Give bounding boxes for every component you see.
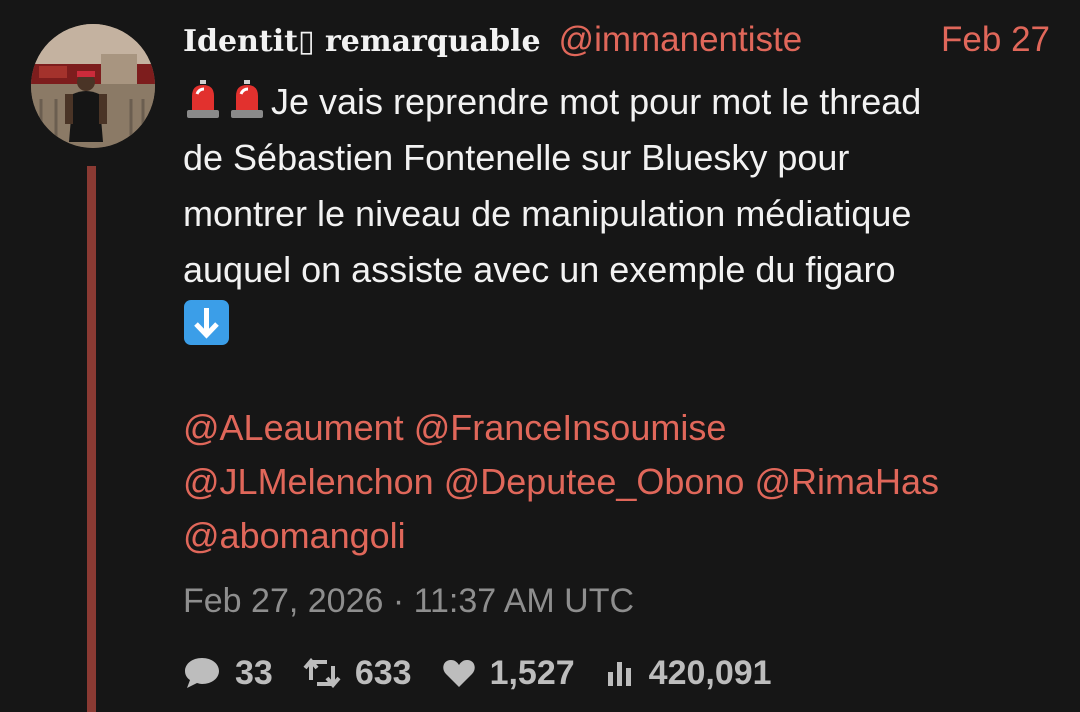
tweet-text-line: montrer le niveau de manipulation médiat… xyxy=(183,193,912,234)
display-name[interactable]: Identit▯ remarquable xyxy=(183,24,541,59)
siren-emoji xyxy=(183,80,223,120)
tweet-header: Identit▯ remarquable @immanentiste Feb 2… xyxy=(183,20,1050,64)
siren-emoji xyxy=(227,80,267,120)
tweet-text-line xyxy=(183,298,1063,354)
mention-link[interactable]: @FranceInsoumise xyxy=(414,407,727,448)
mention-link[interactable]: @RimaHas xyxy=(754,461,939,502)
retweet-stat[interactable]: 633 xyxy=(303,654,412,693)
comment-icon xyxy=(185,658,219,688)
mention-link[interactable]: @JLMelenchon xyxy=(183,461,434,502)
views-count: 420,091 xyxy=(648,653,772,692)
mentions-line: @ALeaument @FranceInsoumise xyxy=(183,401,1063,455)
like-stat[interactable]: 1,527 xyxy=(442,654,575,693)
avatar[interactable] xyxy=(31,24,155,148)
tweet-timestamp[interactable]: Feb 27, 2026 · 11:37 AM UTC xyxy=(183,582,634,621)
mention-link[interactable]: @Deputee_Obono xyxy=(444,461,745,502)
reply-stat[interactable]: 33 xyxy=(183,654,273,693)
username-handle[interactable]: @immanentiste xyxy=(559,20,803,60)
like-count: 1,527 xyxy=(489,653,575,692)
down-arrow-emoji xyxy=(183,299,230,346)
tweet-text-line: de Sébastien Fontenelle sur Bluesky pour xyxy=(183,137,850,178)
reply-count: 33 xyxy=(235,653,273,692)
tweet-date-link[interactable]: Feb 27 xyxy=(941,20,1050,60)
tweet-text: Je vais reprendre mot pour mot le thread… xyxy=(183,74,1063,354)
tweet-stats: 33 633 1,527 420,091 xyxy=(183,650,802,696)
mention-link[interactable]: @abomangoli xyxy=(183,515,406,556)
mentions: @ALeaument @FranceInsoumise @JLMelenchon @… xyxy=(183,401,1063,563)
views-stat[interactable]: 420,091 xyxy=(605,654,772,693)
mentions-line: @JLMelenchon @Deputee_Obono @RimaHas xyxy=(183,455,1063,509)
retweet-count: 633 xyxy=(354,653,412,692)
bar-chart-icon xyxy=(607,662,631,686)
tweet-text-line: Je vais reprendre mot pour mot le thread xyxy=(183,74,1063,130)
thread-line xyxy=(87,166,96,712)
avatar-photo xyxy=(31,24,155,148)
tweet-text-line: auquel on assiste avec un exemple du fig… xyxy=(183,249,896,290)
mention-link[interactable]: @ALeaument xyxy=(183,407,404,448)
retweet-icon xyxy=(303,658,341,688)
heart-icon xyxy=(442,660,475,687)
mentions-line: @abomangoli xyxy=(183,509,1063,563)
